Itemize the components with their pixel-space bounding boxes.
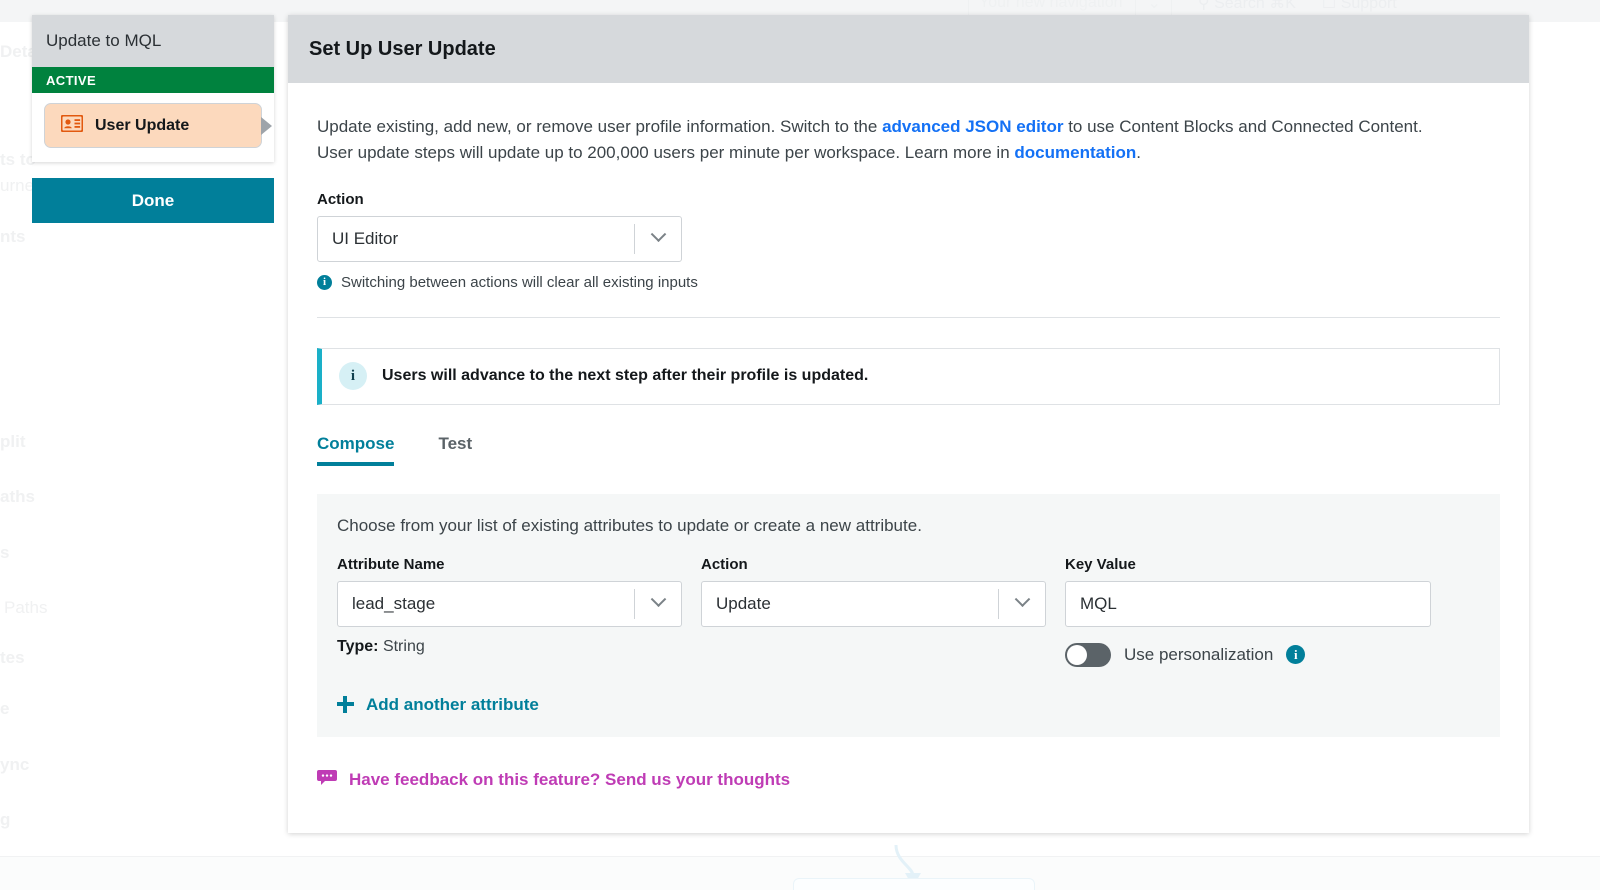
use-personalization-label: Use personalization bbox=[1124, 645, 1273, 665]
plus-icon bbox=[337, 696, 354, 713]
intro-paragraph: Update existing, add new, or remove user… bbox=[317, 114, 1437, 167]
toggle-knob bbox=[1067, 645, 1087, 665]
use-personalization-row: Use personalization i bbox=[1065, 643, 1431, 667]
background-text-10: e bbox=[0, 699, 9, 719]
action-field-label: Action bbox=[317, 191, 1500, 208]
background-nav-caret-icon: ⌄ bbox=[1148, 0, 1161, 13]
step-card-body: User Update bbox=[32, 93, 274, 162]
step-node-user-update[interactable]: User Update bbox=[44, 103, 262, 148]
attribute-action-label: Action bbox=[701, 556, 1046, 573]
speech-bubble-icon bbox=[317, 769, 337, 791]
info-banner: i Users will advance to the next step af… bbox=[317, 348, 1500, 405]
page-title: Set Up User Update bbox=[309, 38, 496, 61]
action-select[interactable]: UI Editor bbox=[317, 216, 682, 262]
background-text-7: s bbox=[0, 543, 9, 563]
info-icon: i bbox=[317, 275, 332, 290]
intro-part-1: Update existing, add new, or remove user… bbox=[317, 117, 882, 136]
modal-body: Update existing, add new, or remove user… bbox=[288, 83, 1529, 791]
tab-compose[interactable]: Compose bbox=[317, 434, 394, 466]
attribute-type: Type: String bbox=[337, 638, 682, 656]
id-card-icon bbox=[61, 115, 83, 137]
feedback-link-label: Have feedback on this feature? Send us y… bbox=[349, 770, 790, 790]
modal-header: Set Up User Update bbox=[288, 15, 1529, 83]
action-hint-text: Switching between actions will clear all… bbox=[341, 274, 698, 291]
step-card-title: Update to MQL bbox=[32, 15, 274, 67]
add-another-attribute-button[interactable]: Add another attribute bbox=[337, 695, 1480, 715]
attribute-name-label: Attribute Name bbox=[337, 556, 682, 573]
attribute-row: Attribute Name lead_stage Type: String A… bbox=[337, 556, 1480, 667]
action-select-value: UI Editor bbox=[318, 229, 634, 249]
background-ghost-card bbox=[793, 878, 1035, 890]
background-text-8: Paths bbox=[4, 598, 47, 618]
intro-part-3: . bbox=[1136, 143, 1141, 162]
tab-test[interactable]: Test bbox=[438, 434, 472, 466]
chevron-down-icon bbox=[635, 233, 681, 244]
tab-bar: Compose Test bbox=[317, 434, 1500, 466]
background-nav-pill-label: Your new navigation bbox=[979, 0, 1123, 12]
chevron-down-icon bbox=[635, 598, 681, 609]
search-icon: ⚲ bbox=[1198, 0, 1210, 12]
done-button[interactable]: Done bbox=[32, 178, 274, 223]
book-icon: ☐ bbox=[1322, 0, 1336, 12]
background-text-2: ts to bbox=[0, 150, 36, 170]
attribute-type-prefix: Type: bbox=[337, 638, 378, 655]
background-support-label: Support bbox=[1341, 0, 1397, 12]
feedback-link[interactable]: Have feedback on this feature? Send us y… bbox=[317, 769, 1500, 791]
add-another-attribute-label: Add another attribute bbox=[366, 695, 539, 715]
use-personalization-toggle[interactable] bbox=[1065, 643, 1111, 667]
chevron-down-icon bbox=[999, 598, 1045, 609]
info-icon: i bbox=[339, 362, 367, 390]
status-badge: ACTIVE bbox=[32, 67, 274, 93]
key-value-input[interactable] bbox=[1065, 581, 1431, 627]
background-text-9: tes bbox=[0, 648, 25, 668]
background-search-label: Search ⌘K bbox=[1214, 0, 1296, 12]
step-node-label: User Update bbox=[95, 117, 189, 135]
attribute-name-column: Attribute Name lead_stage Type: String bbox=[337, 556, 682, 656]
background-text-11: ync bbox=[0, 755, 29, 775]
attribute-name-value: lead_stage bbox=[338, 594, 634, 614]
documentation-link[interactable]: documentation bbox=[1014, 143, 1136, 162]
attribute-type-value: String bbox=[383, 638, 425, 655]
background-support: ☐ Support bbox=[1322, 0, 1397, 13]
attribute-panel: Choose from your list of existing attrib… bbox=[317, 494, 1500, 737]
background-text-6: aths bbox=[0, 487, 35, 507]
section-divider bbox=[317, 317, 1500, 318]
background-text-5: plit bbox=[0, 432, 26, 452]
info-banner-text: Users will advance to the next step afte… bbox=[382, 367, 868, 385]
background-text-12: g bbox=[0, 810, 10, 830]
setup-user-update-modal: Set Up User Update Update existing, add … bbox=[288, 15, 1529, 833]
attribute-action-select[interactable]: Update bbox=[701, 581, 1046, 627]
key-value-label: Key Value bbox=[1065, 556, 1431, 573]
advanced-json-editor-link[interactable]: advanced JSON editor bbox=[882, 117, 1063, 136]
key-value-column: Key Value Use personalization i bbox=[1065, 556, 1431, 667]
background-search: ⚲ Search ⌘K bbox=[1198, 0, 1296, 13]
step-node-connector-arrow-icon bbox=[261, 117, 272, 135]
background-text-4: nts bbox=[0, 227, 26, 247]
attribute-name-select[interactable]: lead_stage bbox=[337, 581, 682, 627]
step-card: Update to MQL ACTIVE User Update bbox=[32, 15, 274, 162]
attribute-action-column: Action Update bbox=[701, 556, 1046, 627]
attribute-action-value: Update bbox=[702, 594, 998, 614]
info-icon[interactable]: i bbox=[1286, 645, 1305, 664]
action-hint: i Switching between actions will clear a… bbox=[317, 274, 1500, 291]
attribute-panel-intro: Choose from your list of existing attrib… bbox=[337, 516, 1480, 536]
